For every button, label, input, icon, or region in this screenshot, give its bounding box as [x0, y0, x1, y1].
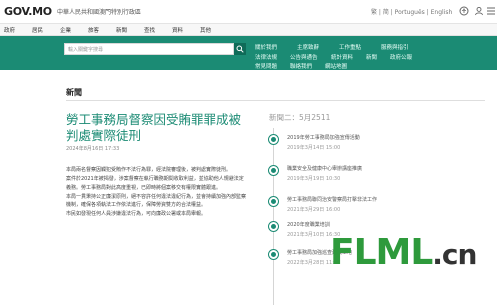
search-button[interactable] [234, 43, 246, 55]
watermark-main: FLML [330, 232, 433, 273]
timeline-item-title[interactable]: 2019年勞工事務局加強宣傳活動 [287, 135, 360, 142]
article-paragraph: 本局兩名督察因觸犯受賄作不法行為罪，經法院審理後，被判處實際徒刑。 [66, 167, 232, 173]
article-title: 勞工事務局督察因受賄罪罪成被判處實際徒刑 [66, 112, 242, 143]
breadcrumb-divider [66, 100, 485, 101]
accessibility-icon[interactable] [459, 6, 469, 16]
quick-link-services[interactable]: 服務與指引 [381, 43, 409, 51]
timeline-item-title[interactable]: 2020年度職業培訓 [287, 222, 330, 229]
timeline-dot [269, 135, 278, 144]
timeline-item-date: 2019年3月19日 10:30 [287, 176, 341, 182]
breadcrumb[interactable]: 新聞 [66, 87, 82, 98]
menu-icon[interactable] [487, 6, 495, 16]
search-icon [236, 45, 244, 53]
quick-link-notices[interactable]: 公告與通告 [290, 53, 318, 61]
quick-link-faq[interactable]: 常見問題 [255, 62, 277, 70]
nav-item-other[interactable]: 其他 [200, 26, 211, 34]
language-switcher[interactable]: 繁 | 简 | Português | English [371, 7, 452, 16]
timeline-dot [269, 166, 278, 175]
timeline-item-date: 2021年3月29日 16:00 [287, 207, 341, 213]
article-paragraph: 案件於2021年被揭發，涉案督察在執行職務期間收取利益，並協助他人規避法定義務。… [66, 176, 244, 191]
quick-link-focus[interactable]: 工作重點 [339, 43, 361, 51]
top-bar: GOV.MO 中華人民共和國澳門特別行政區 繁 | 简 | Português … [0, 0, 497, 24]
nav-item-government[interactable]: 政府 [4, 26, 15, 34]
watermark-logo: FLML.cn [330, 232, 477, 273]
sidebar-title: 新聞二：5月2511 [269, 113, 331, 122]
quick-link-gazette[interactable]: 政府公報 [390, 53, 412, 61]
nav-item-news[interactable]: 新聞 [116, 26, 127, 34]
timeline-item-title[interactable]: 勞工事務局聯同治安警察局打擊非法工作 [287, 197, 377, 204]
search-input[interactable]: 輸入關鍵字搜尋 [64, 43, 234, 55]
timeline-item-date: 2019年3月14日 15:00 [287, 145, 341, 151]
article-date: 2024年8月16日 17:33 [66, 146, 120, 152]
quick-link-statistics[interactable]: 統計資料 [331, 53, 353, 61]
timeline-dot [269, 222, 278, 231]
timeline-item-title[interactable]: 職業安全及健康中心舉辦講座推廣 [287, 166, 362, 173]
main-nav: 政府 居民 企業 旅客 新聞 查找 資料 其他 [0, 24, 497, 36]
timeline-dot [269, 250, 278, 259]
quick-link-about[interactable]: 關於我們 [255, 43, 277, 51]
article-body: 本局兩名督察因觸犯受賄作不法行為罪，經法院審理後，被判處實際徒刑。 案件於202… [66, 166, 246, 220]
article-paragraph: 市民如發現任何人員涉嫌違法行為，可向廉政公署或本局舉報。 [66, 211, 207, 218]
nav-item-business[interactable]: 企業 [60, 26, 71, 34]
site-logo[interactable]: GOV.MO [4, 5, 52, 18]
article-paragraph: 本局一貫秉持公正廉潔原則，絕不容許任何違法違紀行為，並會持續加強內部監察機制，確… [66, 193, 247, 209]
user-icon[interactable] [474, 6, 484, 16]
nav-item-residents[interactable]: 居民 [32, 26, 43, 34]
nav-item-visitors[interactable]: 旅客 [88, 26, 99, 34]
site-subtitle: 中華人民共和國澳門特別行政區 [57, 9, 142, 16]
quick-link-sitemap[interactable]: 網站地圖 [325, 62, 347, 70]
nav-item-data[interactable]: 資料 [172, 26, 183, 34]
quick-link-message[interactable]: 主席致辭 [297, 43, 319, 51]
watermark-suffix: .cn [432, 238, 477, 271]
quick-link-contact[interactable]: 聯絡我們 [290, 62, 312, 70]
quick-link-news[interactable]: 新聞 [366, 53, 377, 61]
search-placeholder: 輸入關鍵字搜尋 [68, 47, 104, 53]
timeline-dot [269, 197, 278, 206]
nav-item-search[interactable]: 查找 [144, 26, 155, 34]
timeline-line [273, 128, 274, 305]
quick-link-laws[interactable]: 法律法規 [255, 53, 277, 61]
